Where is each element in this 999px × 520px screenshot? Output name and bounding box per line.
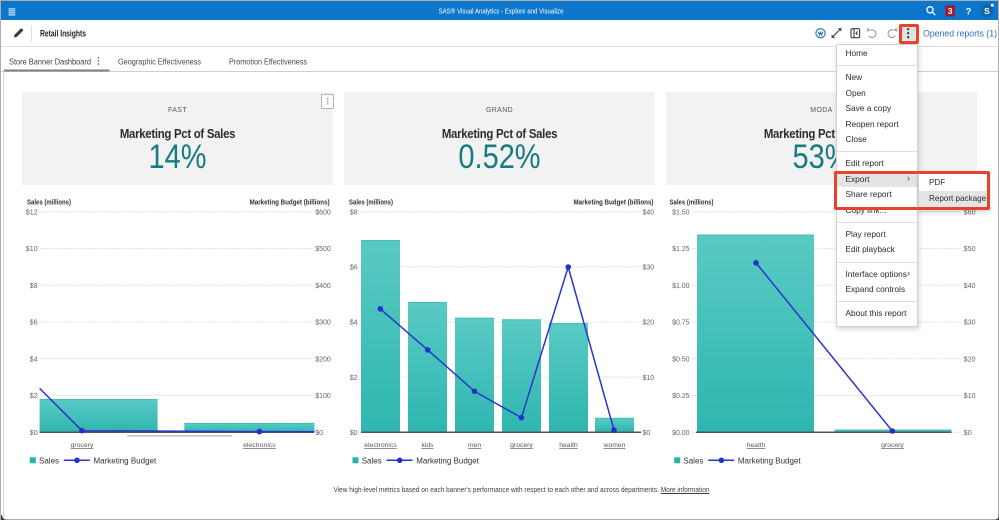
svg-text:$2: $2	[350, 375, 358, 382]
svg-text:Sales: Sales	[362, 456, 382, 465]
svg-text:$10: $10	[964, 393, 976, 400]
svg-text:$6: $6	[30, 320, 38, 327]
svg-text:health: health	[559, 442, 578, 449]
svg-text:$1.00: $1.00	[672, 283, 690, 290]
svg-text:Sales (millions): Sales (millions)	[670, 200, 714, 207]
svg-text:$10: $10	[643, 375, 655, 382]
svg-text:$600: $600	[315, 209, 331, 216]
svg-text:grocery: grocery	[510, 442, 533, 449]
svg-text:$1.25: $1.25	[672, 246, 690, 253]
svg-text:$100: $100	[315, 393, 331, 400]
svg-text:electronics: electronics	[243, 442, 276, 449]
svg-text:women: women	[603, 442, 626, 449]
svg-text:electronics: electronics	[364, 442, 397, 449]
svg-text:Sales: Sales	[39, 456, 59, 465]
svg-text:$4: $4	[30, 356, 38, 363]
svg-text:Marketing Budget: Marketing Budget	[738, 456, 801, 465]
svg-text:$1.50: $1.50	[672, 209, 690, 216]
svg-text:$50: $50	[964, 246, 976, 253]
svg-text:$10: $10	[26, 246, 38, 253]
svg-text:Sales: Sales	[683, 456, 703, 465]
svg-text:$0: $0	[964, 430, 972, 437]
svg-text:Marketing Budget: Marketing Budget	[94, 456, 157, 465]
svg-text:kids: kids	[421, 442, 434, 449]
svg-text:$4: $4	[350, 320, 358, 327]
svg-text:$0.25: $0.25	[672, 393, 690, 400]
svg-text:$0: $0	[315, 430, 323, 437]
svg-text:$0.50: $0.50	[672, 356, 690, 363]
svg-text:$2: $2	[30, 393, 38, 400]
svg-text:$30: $30	[643, 265, 655, 272]
svg-text:men: men	[468, 442, 481, 449]
svg-text:$20: $20	[643, 320, 655, 327]
svg-text:$0: $0	[30, 430, 38, 437]
svg-text:Marketing Budget (billions): Marketing Budget (billions)	[574, 200, 654, 207]
svg-text:grocery: grocery	[881, 442, 904, 449]
svg-text:grocery: grocery	[71, 442, 94, 449]
svg-text:Sales (millions): Sales (millions)	[349, 200, 393, 207]
svg-text:$300: $300	[315, 320, 331, 327]
svg-text:$8: $8	[30, 283, 38, 290]
svg-text:Marketing Budget: Marketing Budget	[416, 456, 479, 465]
svg-text:$500: $500	[315, 246, 331, 253]
svg-text:$200: $200	[315, 356, 331, 363]
svg-text:health: health	[747, 442, 766, 449]
svg-text:$30: $30	[964, 320, 976, 327]
svg-text:Sales (millions): Sales (millions)	[27, 200, 71, 207]
svg-text:$0: $0	[350, 430, 358, 437]
svg-text:$6: $6	[350, 265, 358, 272]
svg-text:$12: $12	[26, 209, 38, 216]
svg-text:$0: $0	[643, 430, 651, 437]
svg-text:$0.75: $0.75	[672, 320, 690, 327]
svg-text:$8: $8	[350, 209, 358, 216]
svg-text:$20: $20	[964, 356, 976, 363]
svg-text:$40: $40	[964, 283, 976, 290]
svg-text:$400: $400	[315, 283, 331, 290]
svg-text:$40: $40	[643, 209, 655, 216]
svg-text:$0.00: $0.00	[672, 430, 690, 437]
svg-text:$60: $60	[964, 209, 976, 216]
svg-text:Marketing Budget (billions): Marketing Budget (billions)	[250, 200, 330, 207]
